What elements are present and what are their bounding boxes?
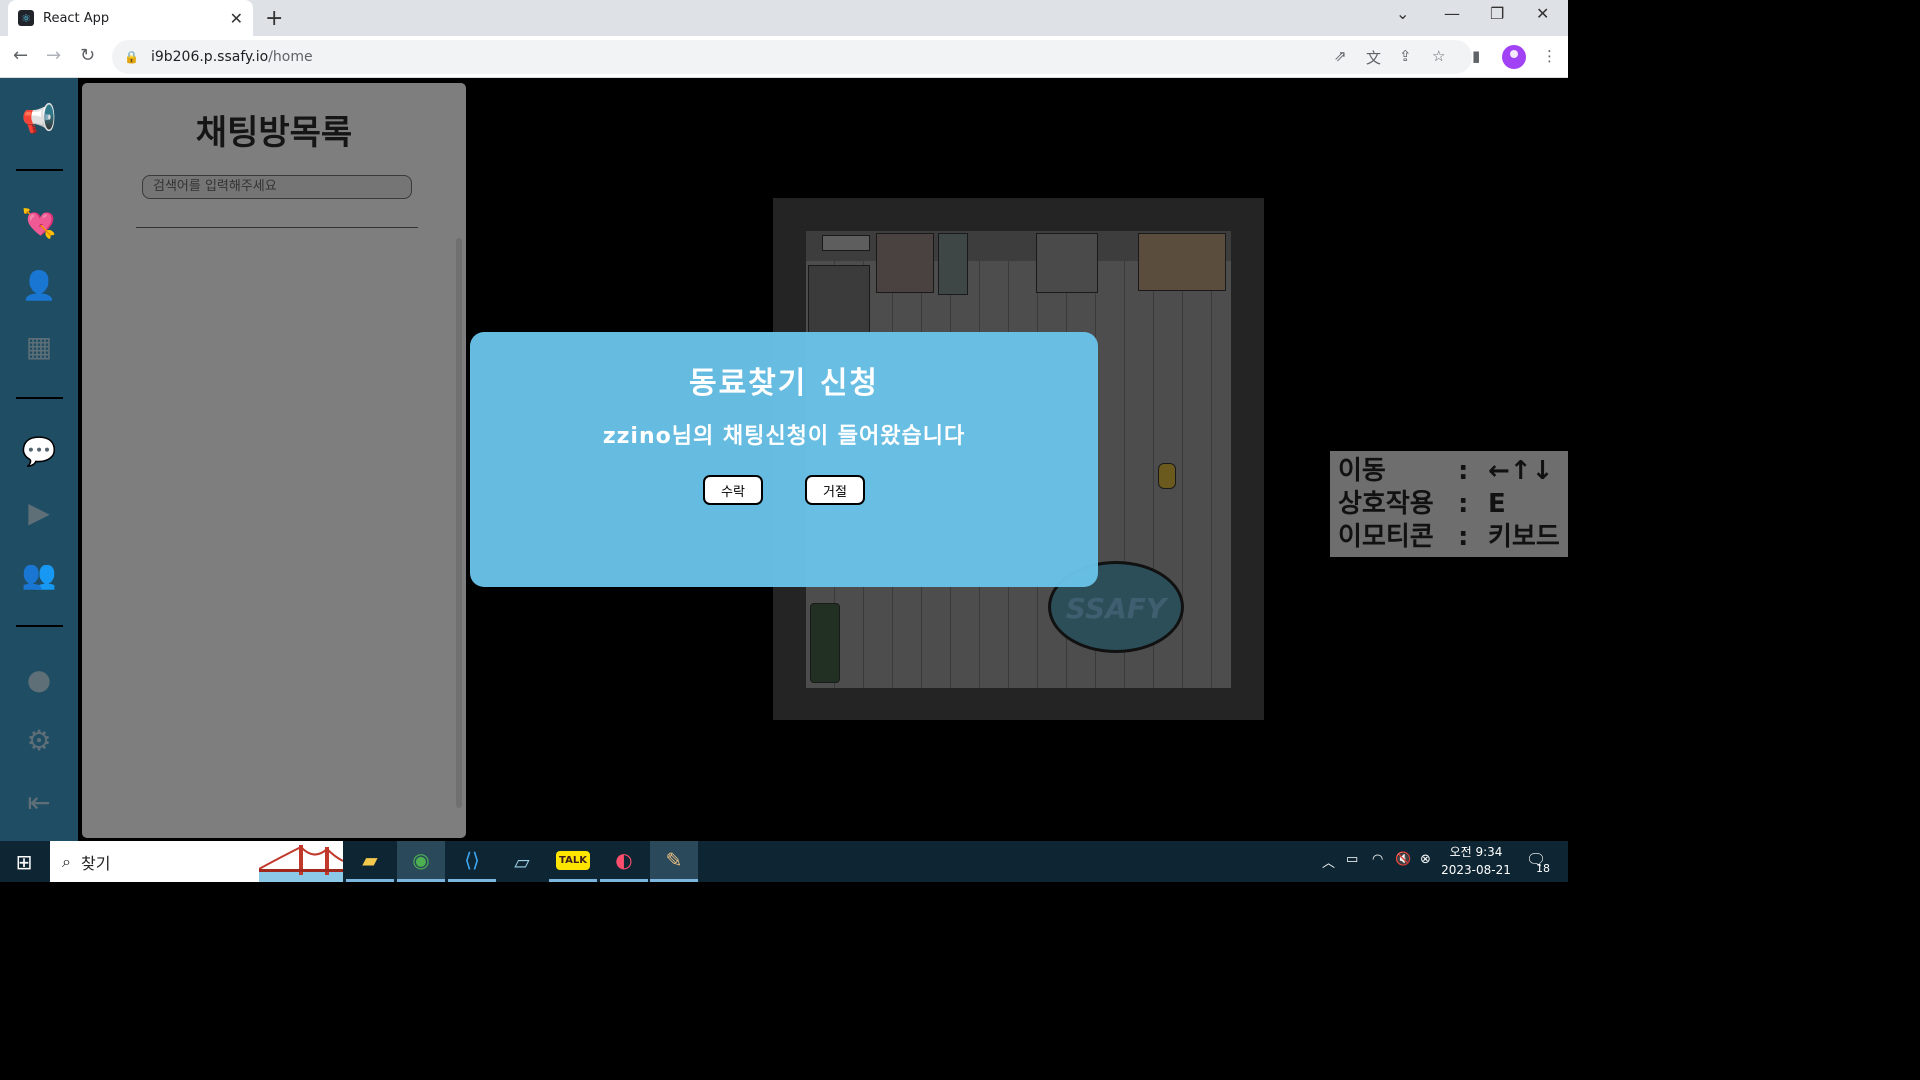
bookmark-star-icon[interactable]: ☆ [1432, 47, 1445, 65]
key-help-label: 상호작용 [1338, 489, 1434, 519]
accept-button[interactable]: 수락 [703, 475, 763, 505]
rug-text: SSAFY [1065, 592, 1167, 625]
key-help-colon: : [1458, 456, 1469, 486]
url-field[interactable]: 🔒 i9b206.p.ssafy.io/home [112, 40, 1472, 74]
forward-icon[interactable]: → [46, 45, 61, 66]
modal-message: zzino님의 채팅신청이 들어왔습니다 [602, 424, 966, 449]
reject-button[interactable]: 거절 [805, 475, 865, 505]
address-bar: ← → ↻ 🔒 i9b206.p.ssafy.io/home ⇗ 文 ⇪ ☆ ▮… [0, 36, 1568, 78]
sidebar-divider [16, 625, 63, 627]
record-app-icon[interactable]: ◐ [600, 841, 648, 882]
url-path: /home [268, 49, 313, 65]
board-icon[interactable]: ▦ [19, 326, 59, 366]
group-icon[interactable]: 👥 [19, 554, 59, 594]
browser-tab-bar: ⚛ React App ✕ + ⌄ — ❐ ✕ [0, 0, 1568, 36]
computer-desk [1036, 233, 1098, 293]
vscode-icon[interactable]: ⟨⟩ [448, 841, 496, 882]
chrome-icon[interactable]: ◉ [397, 841, 445, 882]
open-in-app-icon[interactable]: ⇗ [1334, 47, 1347, 65]
key-help-row: 이모티콘 : 키보드 [1338, 521, 1560, 554]
chat-icon[interactable]: 💬 [19, 431, 59, 471]
key-help-value: 키보드 [1488, 522, 1560, 552]
profile-avatar[interactable] [1502, 45, 1526, 69]
user-plus-icon[interactable]: 👤 [19, 265, 59, 305]
key-help-label: 이동 [1338, 456, 1386, 486]
kakaotalk-icon[interactable]: TALK [549, 841, 597, 882]
network-error-icon[interactable]: ⊗ [1420, 852, 1431, 867]
translate-icon[interactable]: 文 [1366, 47, 1381, 68]
key-help-label: 이모티콘 [1338, 522, 1434, 552]
new-tab-button[interactable]: + [265, 6, 283, 31]
chat-panel-divider [136, 227, 418, 228]
window-close-icon[interactable]: ✕ [1536, 4, 1549, 23]
tab-close-icon[interactable]: ✕ [230, 9, 243, 28]
taskbar-clock[interactable]: 오전 9:34 2023-08-21 [1438, 843, 1514, 879]
wifi-icon[interactable]: ◠ [1372, 852, 1383, 867]
bed [808, 265, 870, 335]
heart-arrow-icon[interactable]: 💘 [19, 203, 59, 243]
taskbar-search-label: 찾기 [80, 853, 111, 873]
file-explorer-icon[interactable]: ▰ [346, 841, 394, 882]
clock-time: 오전 9:34 [1449, 845, 1503, 859]
windows-start-icon[interactable]: ⊞ [0, 841, 48, 882]
air-conditioner [822, 235, 870, 251]
chat-search-input[interactable]: 검색어를 입력해주세요 [142, 175, 412, 199]
notes-app-icon[interactable]: ▱ [498, 841, 546, 882]
side-panel-icon[interactable]: ▮ [1472, 47, 1480, 65]
key-help-value: E [1488, 489, 1506, 519]
megaphone-icon[interactable]: 📢 [19, 98, 59, 138]
menu-icon[interactable]: ⋮ [1542, 47, 1557, 65]
video-icon[interactable]: ▶ [19, 492, 59, 532]
react-favicon-icon: ⚛ [18, 10, 34, 26]
key-help-colon: : [1458, 522, 1469, 552]
battery-icon[interactable]: ▭ [1346, 852, 1358, 867]
tab-title: React App [43, 10, 110, 26]
maximize-icon[interactable]: ❐ [1490, 4, 1504, 23]
chat-room-list-panel: 채팅방목록 검색어를 입력해주세요 [79, 80, 469, 841]
search-icon: ⌕ [62, 851, 71, 871]
paint-app-icon[interactable]: ✎ [650, 841, 698, 882]
minimize-icon[interactable]: — [1444, 4, 1460, 23]
windows-taskbar: ⊞ ⌕ 찾기 ▰ ◉ ⟨⟩ ▱ TALK ◐ ✎ ︿ ▭ ◠ 🔇 ⊗ 오전 9:… [0, 841, 1568, 882]
logout-icon[interactable]: ⇤ [19, 782, 59, 822]
browser-tab[interactable]: ⚛ React App ✕ [8, 0, 253, 36]
sidebar-divider [16, 169, 63, 171]
chat-panel-scrollbar[interactable] [456, 238, 462, 808]
modal-title: 동료찾기 신청 [688, 366, 880, 401]
chat-panel-title: 채팅방목록 [195, 113, 353, 153]
sidebar-divider [16, 397, 63, 399]
profile-icon[interactable]: ● [19, 659, 59, 699]
tray-chevron-up-icon[interactable]: ︿ [1322, 852, 1335, 871]
clock-date: 2023-08-21 [1441, 863, 1511, 877]
key-help-row: 상호작용 : E [1338, 488, 1560, 521]
tab-search-chevron-icon[interactable]: ⌄ [1396, 4, 1409, 23]
key-help-panel: 이동 : ←↑↓ 상호작용 : E 이모티콘 : 키보드 [1330, 451, 1568, 557]
bulletin-board [1138, 233, 1226, 291]
notification-count: 18 [1536, 862, 1550, 875]
share-icon[interactable]: ⇪ [1399, 47, 1412, 65]
key-help-row: 이동 : ←↑↓ [1338, 455, 1560, 488]
cabinet [876, 233, 934, 293]
player-character [1158, 463, 1176, 489]
colleague-request-modal: 동료찾기 신청 zzino님의 채팅신청이 들어왔습니다 수락 거절 [470, 332, 1098, 587]
speaker-muted-icon[interactable]: 🔇 [1395, 852, 1411, 867]
gear-icon[interactable]: ⚙ [19, 720, 59, 760]
key-help-value: ←↑↓ [1488, 456, 1554, 486]
sidebar: 📢 💘 👤 ▦ 💬 ▶ 👥 ● ⚙ ⇤ [0, 78, 78, 841]
lock-icon: 🔒 [124, 50, 139, 64]
back-icon[interactable]: ← [13, 45, 28, 66]
key-help-colon: : [1458, 489, 1469, 519]
reload-icon[interactable]: ↻ [80, 45, 95, 66]
potted-plant [810, 603, 840, 683]
mirror [938, 233, 968, 295]
golden-gate-bridge-image [259, 845, 343, 882]
url-host: i9b206.p.ssafy.io [150, 49, 269, 65]
taskbar-search[interactable]: ⌕ 찾기 [50, 841, 343, 882]
